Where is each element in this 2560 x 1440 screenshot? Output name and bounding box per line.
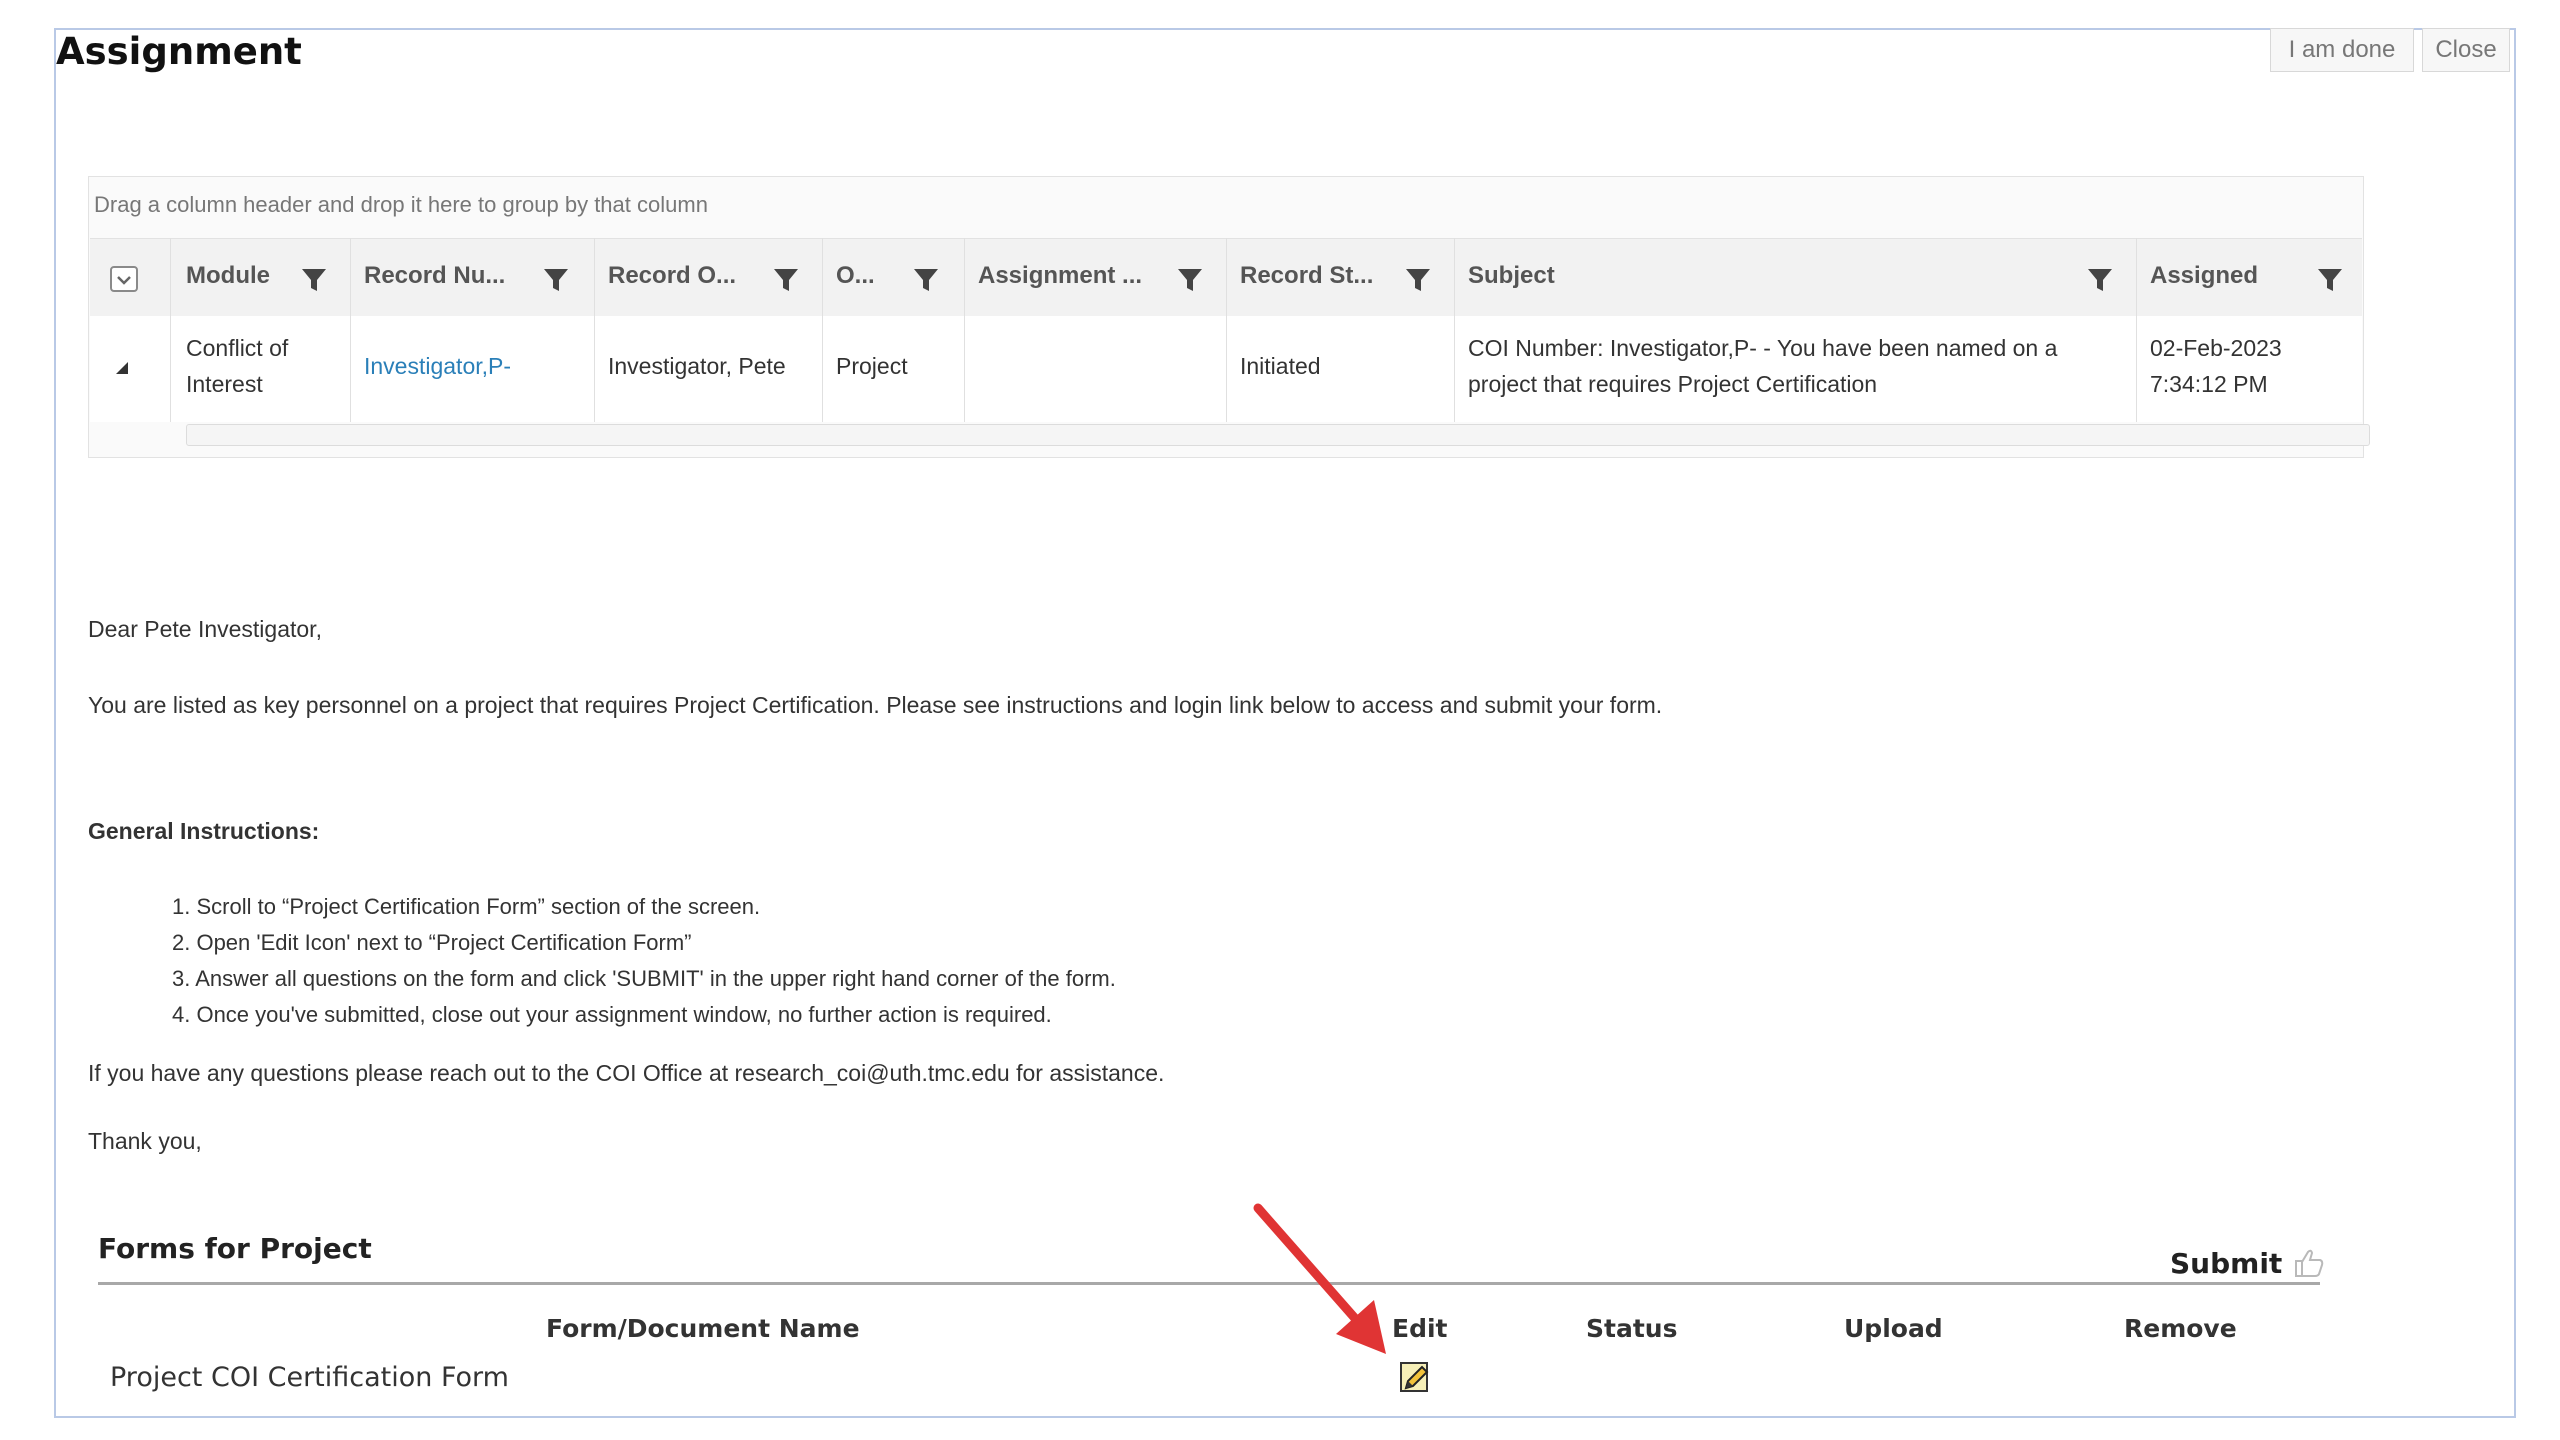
close-button[interactable]: Close	[2422, 28, 2510, 72]
cell-module: Conflict of Interest	[186, 330, 288, 402]
filter-icon[interactable]	[2316, 266, 2344, 294]
filter-icon[interactable]	[2086, 266, 2114, 294]
submit-button[interactable]: Submit	[2170, 1246, 2326, 1280]
questions-text: If you have any questions please reach o…	[88, 1060, 1165, 1086]
column-header-form-name: Form/Document Name	[546, 1314, 860, 1343]
column-header-remove: Remove	[2124, 1314, 2237, 1343]
filter-icon[interactable]	[912, 266, 940, 294]
cell-assigned-date: 02-Feb-2023	[2150, 335, 2282, 361]
cell-subject: COI Number: Investigator,P- - You have b…	[1468, 330, 2057, 402]
column-header-record-status[interactable]: Record St...	[1240, 262, 1373, 290]
filter-icon[interactable]	[1176, 266, 1204, 294]
forms-divider	[98, 1282, 2320, 1285]
column-header-edit: Edit	[1392, 1314, 1448, 1343]
column-divider[interactable]	[350, 238, 351, 422]
instruction-step: 3. Answer all questions on the form and …	[172, 966, 1116, 991]
submit-label: Submit	[2170, 1246, 2283, 1280]
i-am-done-button[interactable]: I am done	[2270, 28, 2414, 72]
greeting-text: Dear Pete Investigator,	[88, 616, 322, 642]
column-header-upload: Upload	[1844, 1314, 1943, 1343]
filter-icon[interactable]	[772, 266, 800, 294]
filter-icon[interactable]	[300, 266, 328, 294]
column-divider[interactable]	[594, 238, 595, 422]
cell-record-status: Initiated	[1240, 353, 1321, 379]
column-header-module[interactable]: Module	[186, 262, 270, 290]
edit-pencil-icon[interactable]	[1398, 1360, 1432, 1394]
column-divider[interactable]	[1226, 238, 1227, 422]
cell-subject-line: COI Number: Investigator,P- - You have b…	[1468, 335, 2058, 361]
column-header-subject[interactable]: Subject	[1468, 262, 1555, 290]
group-by-hint[interactable]: Drag a column header and drop it here to…	[94, 192, 708, 218]
cell-module-line: Interest	[186, 371, 263, 397]
thanks-text: Thank you,	[88, 1128, 202, 1154]
column-header-assignment[interactable]: Assignment ...	[978, 262, 1142, 290]
column-divider[interactable]	[822, 238, 823, 422]
forms-section-title: Forms for Project	[98, 1232, 372, 1265]
collapse-triangle-icon[interactable]	[114, 360, 130, 376]
column-divider[interactable]	[1454, 238, 1455, 422]
form-name: Project COI Certification Form	[110, 1362, 509, 1393]
column-header-record-number[interactable]: Record Nu...	[364, 262, 505, 290]
cell-assigned: 02-Feb-2023 7:34:12 PM	[2150, 330, 2282, 402]
select-all-checkbox-icon[interactable]	[110, 266, 138, 292]
instructions-heading: General Instructions:	[88, 818, 320, 844]
record-number-link[interactable]: Investigator,P-	[364, 348, 511, 384]
column-header-o[interactable]: O...	[836, 262, 875, 290]
column-divider[interactable]	[2136, 238, 2137, 422]
cell-subject-line: project that requires Project Certificat…	[1468, 371, 1878, 397]
window-title: Assignment	[56, 30, 302, 73]
annotation-arrow	[1253, 1203, 1386, 1354]
intro-text: You are listed as key personnel on a pro…	[88, 692, 1663, 718]
column-divider[interactable]	[964, 238, 965, 422]
column-divider	[170, 238, 171, 422]
instruction-step: 2. Open 'Edit Icon' next to “Project Cer…	[172, 930, 692, 955]
cell-record-owner: Investigator, Pete	[608, 353, 786, 379]
column-header-assigned[interactable]: Assigned	[2150, 262, 2258, 290]
column-header-status: Status	[1586, 1314, 1678, 1343]
cell-module-line: Conflict of	[186, 335, 289, 361]
horizontal-scrollbar[interactable]	[186, 424, 2370, 446]
instruction-step: 4. Once you've submitted, close out your…	[172, 1002, 1052, 1027]
filter-icon[interactable]	[542, 266, 570, 294]
instruction-step: 1. Scroll to “Project Certification Form…	[172, 894, 761, 919]
filter-icon[interactable]	[1404, 266, 1432, 294]
column-header-record-owner[interactable]: Record O...	[608, 262, 736, 290]
thumbs-up-icon	[2295, 1249, 2324, 1277]
cell-assigned-time: 7:34:12 PM	[2150, 371, 2268, 397]
cell-o: Project	[836, 353, 908, 379]
